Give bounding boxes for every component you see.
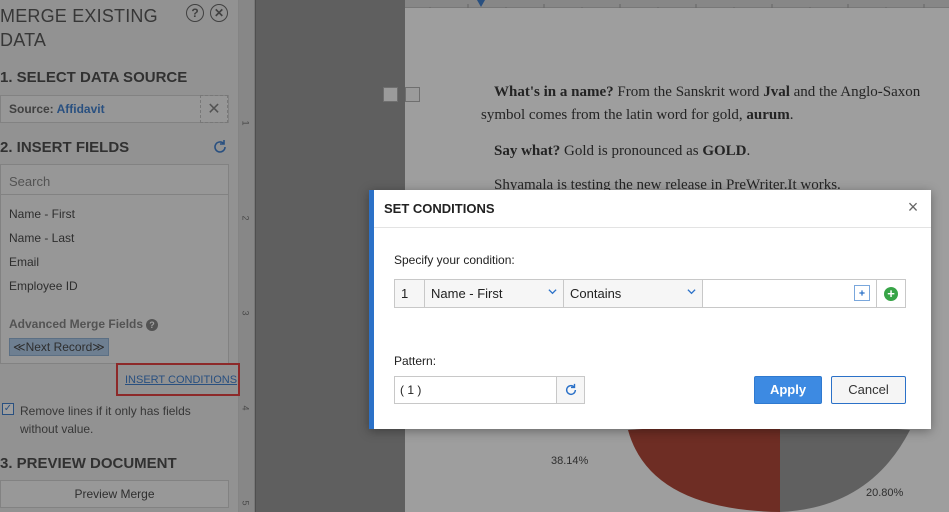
dialog-header: SET CONDITIONS × [374,190,931,228]
specify-condition-label: Specify your condition: [394,253,515,267]
pattern-label: Pattern: [394,354,437,368]
plus-icon: + [884,286,898,301]
set-conditions-dialog: SET CONDITIONS × Specify your condition:… [369,190,931,429]
operator-select[interactable]: Contains [564,280,703,307]
cancel-button[interactable]: Cancel [831,376,906,404]
add-condition-button[interactable]: + [877,280,905,307]
insert-field-icon[interactable] [854,285,870,301]
chevron-down-icon [687,289,696,295]
refresh-icon [565,383,576,396]
apply-button[interactable]: Apply [754,376,822,404]
pattern-field: ( 1 ) [394,376,585,404]
close-icon[interactable]: × [905,198,921,216]
operator-select-value: Contains [570,286,622,301]
condition-number: 1 [395,280,425,307]
pattern-input[interactable]: ( 1 ) [395,377,556,403]
field-select-value: Name - First [431,286,503,301]
condition-value-input[interactable] [703,280,877,307]
reset-pattern-button[interactable] [556,377,584,403]
dialog-title: SET CONDITIONS [384,201,495,216]
condition-row: 1 Name - First Contains + [394,279,906,308]
field-select[interactable]: Name - First [425,280,564,307]
chevron-down-icon [548,289,557,295]
